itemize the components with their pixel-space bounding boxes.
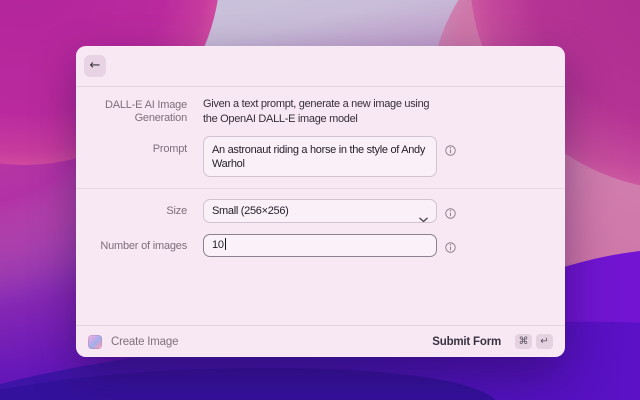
back-arrow-icon: ← (89, 58, 101, 73)
text-caret (224, 238, 227, 250)
size-dropdown[interactable]: Small (256×256) (203, 199, 437, 223)
prompt-textarea[interactable]: An astronaut riding a horse in the style… (203, 136, 437, 177)
dalle-extension-icon (88, 334, 102, 349)
number-of-images-label: Number of images (100, 240, 187, 252)
extension-description: Given a text prompt, generate a new imag… (203, 98, 430, 125)
number-of-images-info-icon (445, 234, 456, 258)
prompt-info-icon (445, 136, 456, 161)
extension-form-window: ← DALL-E AI Image Generation Given a tex… (76, 46, 565, 357)
size-selected-value: Small (256×256) (212, 205, 289, 217)
number-of-images-input[interactable]: 10 (203, 234, 437, 257)
window-footer: Create Image Submit Form ⌘ ↵ (76, 326, 565, 357)
command-key-icon: ⌘ (515, 334, 532, 349)
extension-description-row: DALL-E AI Image Generation Given a text … (76, 96, 565, 127)
chevron-down-icon (419, 209, 428, 231)
size-row: Size Small (256×256) (76, 199, 565, 224)
command-name: Create Image (111, 335, 179, 348)
size-info-icon (445, 199, 456, 224)
prompt-label: Prompt (152, 143, 187, 155)
header-divider (76, 86, 565, 87)
number-of-images-row: Number of images 10 (76, 234, 565, 258)
extension-title-label: DALL-E AI Image Generation (105, 99, 187, 124)
number-of-images-value: 10 (212, 239, 224, 251)
size-label: Size (166, 205, 187, 217)
window-header: ← (76, 46, 565, 86)
back-button[interactable]: ← (84, 55, 106, 77)
prompt-value: An astronaut riding a horse in the style… (212, 144, 426, 170)
submit-form-button[interactable]: Submit Form (432, 336, 501, 348)
section-divider (76, 188, 565, 189)
return-key-icon: ↵ (536, 334, 553, 349)
prompt-row: Prompt An astronaut riding a horse in th… (76, 136, 565, 177)
